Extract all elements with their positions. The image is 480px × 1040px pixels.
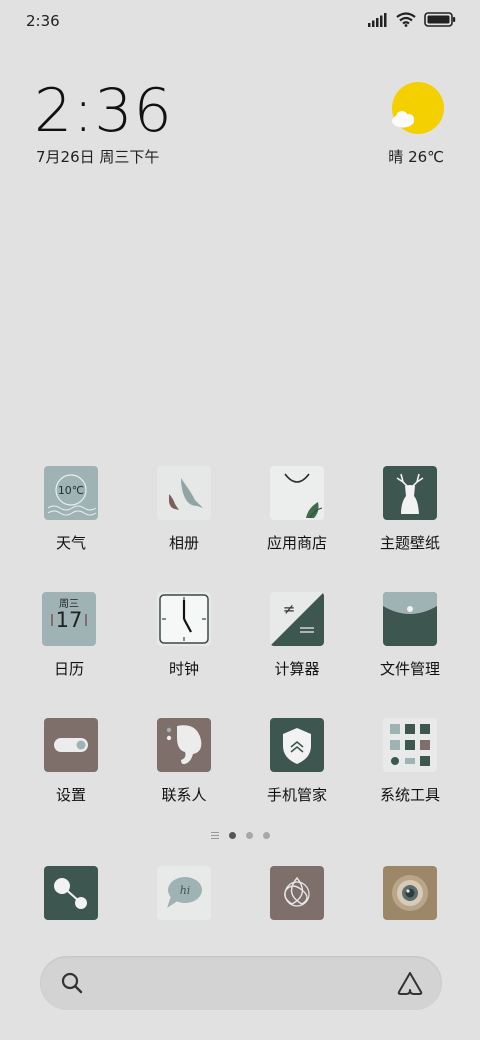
app-themes[interactable]: 主题壁纸 <box>360 466 460 553</box>
calculator-icon: ≠ <box>270 592 324 646</box>
clock-icon <box>157 592 211 646</box>
widget-clock[interactable]: 2:36 <box>34 78 173 144</box>
app-calendar[interactable]: 周三 17 日历 <box>19 592 119 679</box>
status-bar: 2:36 <box>0 0 480 42</box>
status-time: 2:36 <box>26 12 60 30</box>
tools-grid-icon <box>383 718 437 772</box>
elephant-icon <box>157 718 211 772</box>
search-icon[interactable] <box>60 971 84 995</box>
page-dot[interactable] <box>245 831 253 839</box>
dock-phone[interactable] <box>21 866 121 920</box>
sunny-cloud-icon[interactable] <box>390 82 446 138</box>
phone-icon <box>44 866 98 920</box>
app-clock[interactable]: 时钟 <box>134 592 234 679</box>
app-system-tools[interactable]: 系统工具 <box>360 718 460 805</box>
dock: hi <box>0 866 480 922</box>
svg-text:≠: ≠ <box>283 600 296 618</box>
widget-weather[interactable]: 晴 26℃ <box>388 146 444 167</box>
status-icons <box>368 12 456 27</box>
app-label: 计算器 <box>274 660 320 678</box>
bird-icon <box>157 466 211 520</box>
app-label: 相册 <box>168 534 199 552</box>
calendar-icon: 周三 17 <box>42 592 96 646</box>
page-indicator <box>0 828 480 842</box>
app-label: 时钟 <box>168 660 199 678</box>
camera-icon <box>383 866 437 920</box>
wifi-icon <box>396 12 416 27</box>
weather-tile-temp: 10℃ <box>58 484 84 497</box>
shield-icon <box>270 718 324 772</box>
deer-icon <box>383 466 437 520</box>
app-settings[interactable]: 设置 <box>21 718 121 805</box>
message-tile-text: hi <box>180 884 191 897</box>
search-bar[interactable] <box>40 956 442 1010</box>
app-label: 设置 <box>55 786 86 804</box>
assistant-icon[interactable] <box>396 970 424 996</box>
app-label: 文件管理 <box>379 660 440 678</box>
app-label: 应用商店 <box>266 534 327 552</box>
weather-icon: 10℃ <box>44 466 98 520</box>
triquetra-icon <box>270 866 324 920</box>
toggle-icon <box>44 718 98 772</box>
shopping-bag-icon <box>270 466 324 520</box>
app-security[interactable]: 手机管家 <box>247 718 347 805</box>
dock-browser[interactable] <box>247 866 347 920</box>
app-label: 手机管家 <box>266 786 327 804</box>
app-weather[interactable]: 10℃ 天气 <box>21 466 121 553</box>
app-store[interactable]: 应用商店 <box>247 466 347 553</box>
app-label: 主题壁纸 <box>379 534 440 552</box>
app-label: 天气 <box>55 534 86 552</box>
battery-icon <box>424 12 456 27</box>
folder-icon <box>383 592 437 646</box>
message-icon: hi <box>157 866 211 920</box>
page-list-icon[interactable] <box>210 831 219 839</box>
app-label: 联系人 <box>161 786 207 804</box>
dock-camera[interactable] <box>360 866 460 920</box>
dock-messages[interactable]: hi <box>134 866 234 920</box>
app-contacts[interactable]: 联系人 <box>134 718 234 805</box>
widget-date[interactable]: 7月26日 周三下午 <box>36 146 159 167</box>
page-dot[interactable] <box>262 831 270 839</box>
page-dot[interactable] <box>228 831 236 839</box>
app-gallery[interactable]: 相册 <box>134 466 234 553</box>
app-label: 系统工具 <box>379 786 440 804</box>
app-label: 日历 <box>53 660 84 678</box>
signal-icon <box>368 12 387 27</box>
app-files[interactable]: 文件管理 <box>360 592 460 679</box>
app-calculator[interactable]: ≠ 计算器 <box>247 592 347 679</box>
